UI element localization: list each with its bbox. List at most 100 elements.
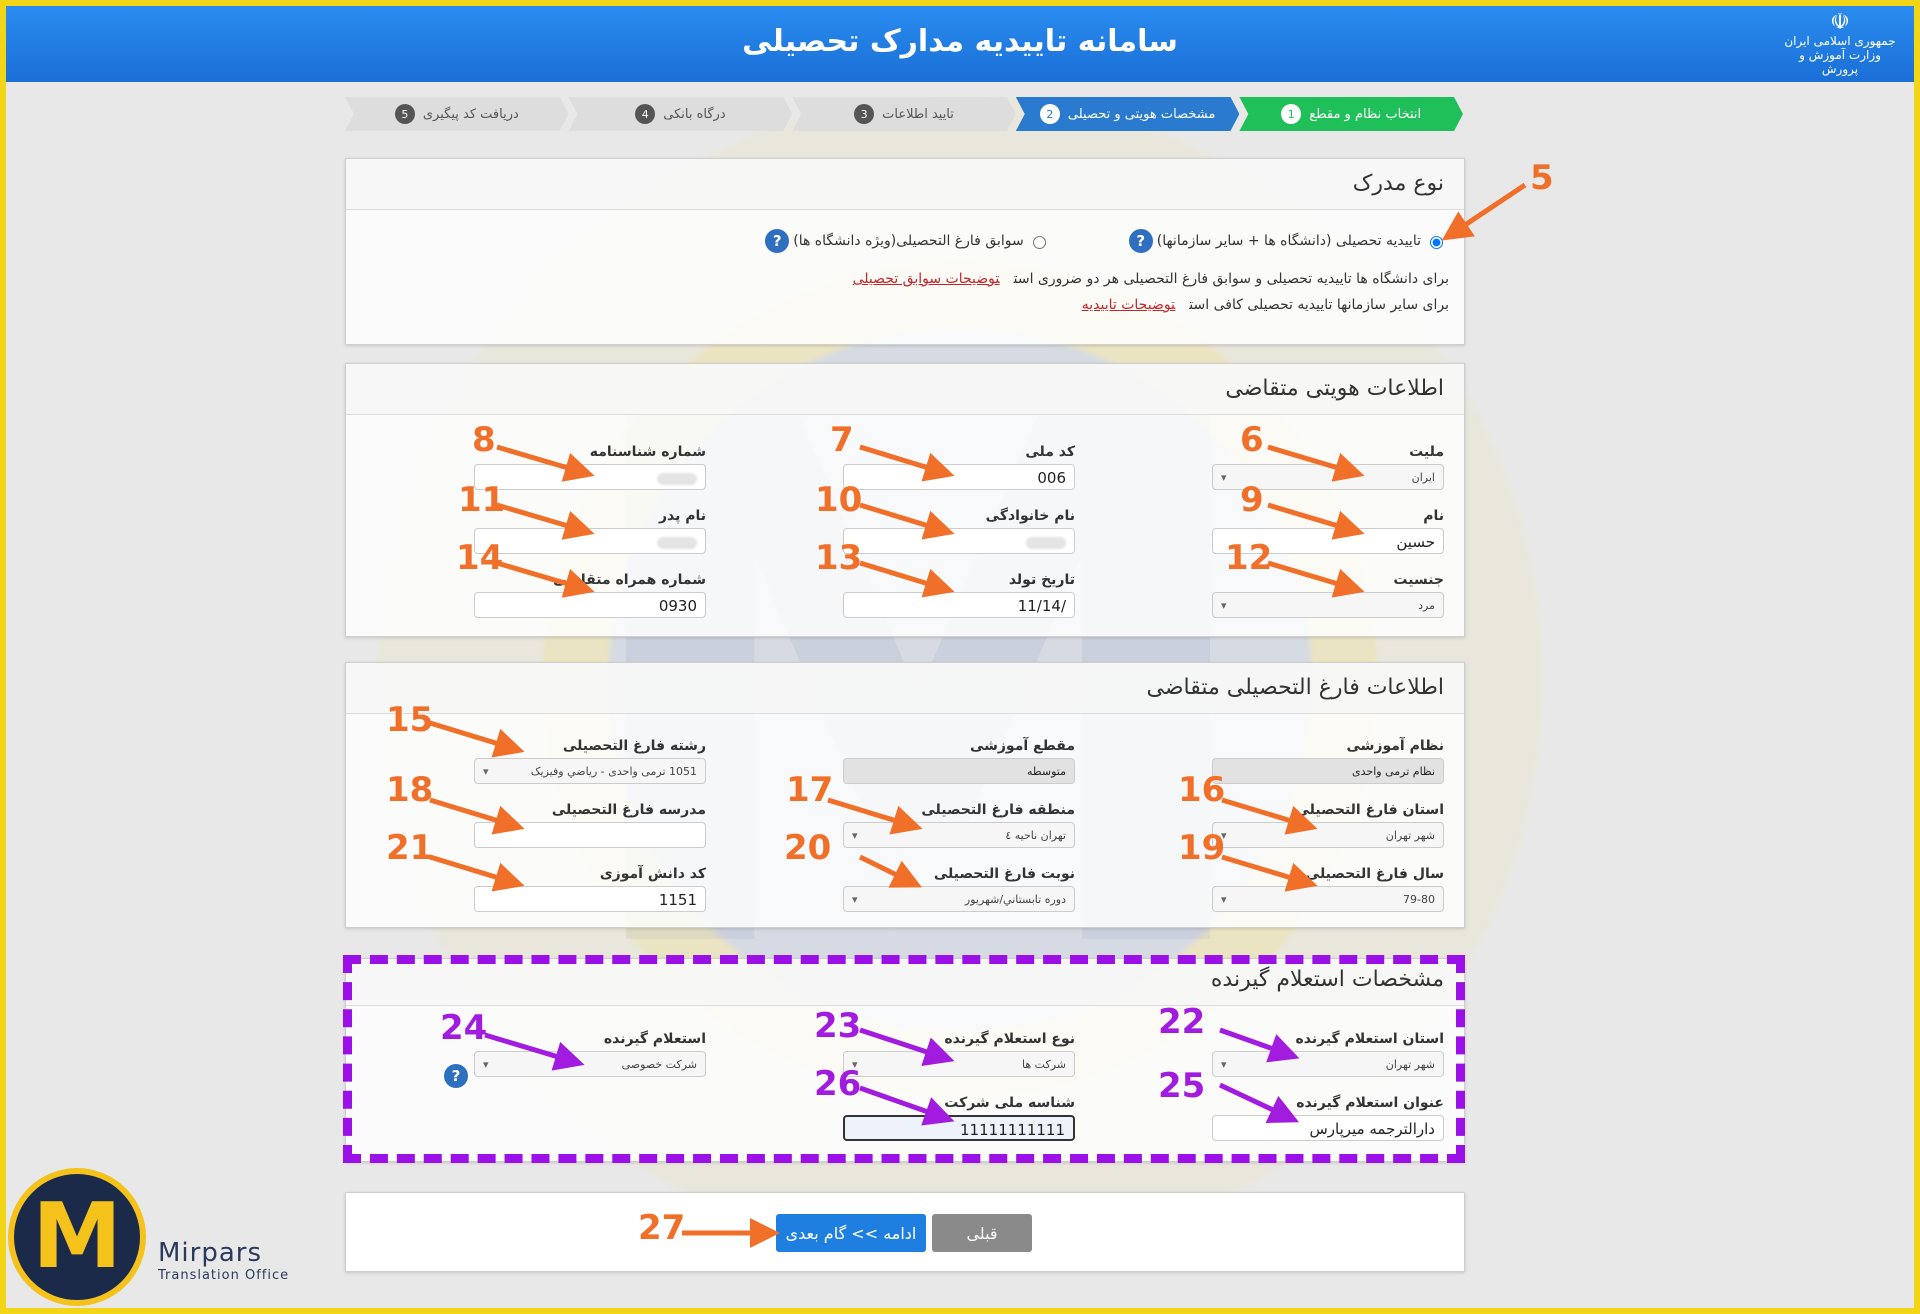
step-1[interactable]: 1 انتخاب نظام و مقطع	[1239, 97, 1463, 131]
identity-col-left: شماره شناسنامه نام پدر شماره همراه متقاض…	[474, 444, 706, 636]
prev-button[interactable]: قبلی	[932, 1214, 1032, 1252]
option-label: تاییدیه تحصیلی (دانشگاه ها + سایر سازمان…	[1156, 233, 1421, 249]
mirpars-logo: M	[8, 1168, 146, 1306]
app-title: سامانه تاییدیه مدارک تحصیلی	[742, 24, 1178, 59]
note-universities: برای دانشگاه ها تاییدیه تحصیلی و سوابق ف…	[853, 271, 1449, 287]
id-number-field[interactable]	[474, 464, 706, 490]
term-select[interactable]: دوره تابستاني/شهريور	[843, 886, 1075, 912]
link-records-info[interactable]: توضیحات سوابق تحصیلی	[853, 271, 1000, 287]
student-code-field[interactable]: 1151	[474, 886, 706, 912]
callout-18: 18	[386, 770, 434, 810]
field-label: رشته فارغ التحصیلی	[562, 738, 706, 754]
step-2[interactable]: 2 مشخصات هویتی و تحصیلی	[1015, 97, 1240, 131]
panel-header: اطلاعات فارغ التحصیلی متقاضی	[346, 663, 1464, 714]
graduation-col-right: نظام آموزشی نظام ترمی واحدی استان فارغ ا…	[1212, 738, 1444, 930]
id-number-label: شماره شناسنامه	[589, 444, 706, 460]
callout-10: 10	[815, 480, 863, 520]
panel-header: مشخصات استعلام گیرنده	[346, 959, 1464, 1006]
callout-27: 27	[638, 1208, 686, 1248]
callout-9: 9	[1240, 480, 1264, 520]
callout-7: 7	[830, 420, 854, 460]
level-field: متوسطه	[843, 758, 1075, 784]
callout-17: 17	[786, 770, 834, 810]
student-code-label: کد دانش آموزی	[599, 866, 706, 882]
national-code-field[interactable]: 006	[843, 464, 1075, 490]
step-3: 3 تایید اطلاعات	[792, 97, 1016, 131]
brand-subtitle: Translation Office	[158, 1268, 290, 1283]
inquirer-col-right: استان استعلام گیرنده شهر تهران عنوان است…	[1212, 1031, 1444, 1159]
field-select[interactable]: 1051 ترمی واحدی - رياضي وفيزيک	[474, 758, 706, 784]
year-select[interactable]: 79-80	[1212, 886, 1444, 912]
logo-letter: M	[32, 1184, 122, 1289]
callout-21: 21	[386, 828, 434, 868]
year-label: سال فارغ التحصیلی	[1305, 866, 1444, 882]
inquirer-type-label: نوع استعلام گیرنده	[944, 1031, 1075, 1047]
inquirer-panel: مشخصات استعلام گیرنده استان استعلام گیرن…	[345, 958, 1465, 1162]
inquirer-province-select[interactable]: شهر تهران	[1212, 1051, 1444, 1077]
region-label: منطقه فارغ التحصیلی	[921, 802, 1075, 818]
step-label: انتخاب نظام و مقطع	[1309, 106, 1422, 122]
inquirer-col-middle: نوع استعلام گیرنده شرکت ها شناسه ملی شرک…	[843, 1031, 1075, 1159]
school-label: مدرسه فارغ التحصیلی	[551, 802, 706, 818]
school-field[interactable]	[474, 822, 706, 848]
level-label: مقطع آموزشی	[969, 738, 1075, 754]
inquirer-select[interactable]: شرکت خصوصی	[474, 1051, 706, 1077]
emblem-line2: وزارت آموزش و پرورش	[1799, 48, 1881, 76]
step-5: 5 دریافت کد پیگیری	[345, 97, 569, 131]
inquirer-type-select[interactable]: شرکت ها	[843, 1051, 1075, 1077]
identity-panel: اطلاعات هویتی متقاضی ملیت ایران نام حسین…	[345, 363, 1465, 637]
note-text: برای دانشگاه ها تاییدیه تحصیلی و سوابق ف…	[1013, 271, 1449, 287]
step-number: 4	[635, 104, 656, 124]
option-transcript-approval[interactable]: تاییدیه تحصیلی (دانشگاه ها + سایر سازمان…	[1128, 229, 1446, 253]
last-name-label: نام خانوادگی	[985, 508, 1075, 524]
note-organizations: برای سایر سازمانها تاییدیه تحصیلی کافی ا…	[1082, 297, 1449, 313]
mobile-field[interactable]: 0930	[474, 592, 706, 618]
callout-23: 23	[814, 1006, 862, 1046]
callout-19: 19	[1178, 828, 1226, 868]
radio-transcript-approval[interactable]	[1430, 236, 1443, 249]
step-label: مشخصات هویتی و تحصیلی	[1067, 106, 1216, 122]
emblem-line1: جمهوری اسلامی ایران	[1784, 34, 1896, 48]
link-approval-info[interactable]: توضیحات تاییدیه	[1082, 297, 1176, 313]
ministry-emblem: ☫ جمهوری اسلامی ایران وزارت آموزش و پرور…	[1780, 10, 1900, 77]
gender-select[interactable]: مرد	[1212, 592, 1444, 618]
father-name-field[interactable]	[474, 528, 706, 554]
step-label: تایید اطلاعات	[882, 106, 954, 122]
callout-24: 24	[440, 1008, 488, 1048]
help-icon[interactable]: ?	[765, 229, 790, 253]
brand-name: Mirpars	[158, 1238, 263, 1268]
step-label: درگاه بانکی	[663, 106, 726, 122]
callout-12: 12	[1225, 538, 1273, 578]
radio-graduation-records[interactable]	[1032, 236, 1046, 249]
actions-panel: ادامه >> گام بعدی قبلی	[345, 1192, 1465, 1272]
inquirer-name-field[interactable]: دارالترجمه میرپارس	[1212, 1115, 1444, 1141]
help-icon[interactable]: ?	[1128, 229, 1153, 253]
graduation-col-left: رشته فارغ التحصیلی 1051 ترمی واحدی - ريا…	[474, 738, 706, 930]
province-select[interactable]: شهر تهران	[1212, 822, 1444, 848]
option-label: سوابق فارغ التحصیلی(ویژه دانشگاه ها)	[793, 233, 1024, 249]
callout-25: 25	[1158, 1066, 1206, 1106]
graduation-col-middle: مقطع آموزشی متوسطه منطقه فارغ التحصیلی ت…	[843, 738, 1075, 930]
last-name-field[interactable]	[843, 528, 1075, 554]
callout-16: 16	[1178, 770, 1226, 810]
father-name-label: نام پدر	[658, 508, 706, 524]
callout-26: 26	[814, 1064, 862, 1104]
emblem-icon: ☫	[1830, 10, 1850, 35]
brand: Mirpars Translation Office	[158, 1238, 289, 1283]
step-4: 4 درگاه بانکی	[568, 97, 793, 131]
redacted-value	[657, 472, 697, 485]
doc-type-panel: نوع مدرک تاییدیه تحصیلی (دانشگاه ها + سا…	[345, 158, 1465, 345]
birth-date-label: تاریخ تولد	[1008, 572, 1075, 588]
next-step-button[interactable]: ادامه >> گام بعدی	[776, 1214, 926, 1252]
option-graduation-records[interactable]: سوابق فارغ التحصیلی(ویژه دانشگاه ها) ?	[765, 229, 1049, 253]
wizard-steps: 1 انتخاب نظام و مقطع 2 مشخصات هویتی و تحصی…	[345, 97, 1463, 131]
callout-14: 14	[456, 538, 504, 578]
panel-title: اطلاعات هویتی متقاضی	[1225, 376, 1444, 401]
callout-8: 8	[472, 420, 496, 460]
national-code-label: کد ملی	[1025, 444, 1075, 460]
birth-date-field[interactable]: /11/14	[843, 592, 1075, 618]
region-select[interactable]: تهران ناحيه ٤	[843, 822, 1075, 848]
help-icon[interactable]: ?	[444, 1064, 468, 1088]
callout-5: 5	[1530, 158, 1554, 198]
company-id-field[interactable]: 11111111111	[843, 1115, 1075, 1141]
